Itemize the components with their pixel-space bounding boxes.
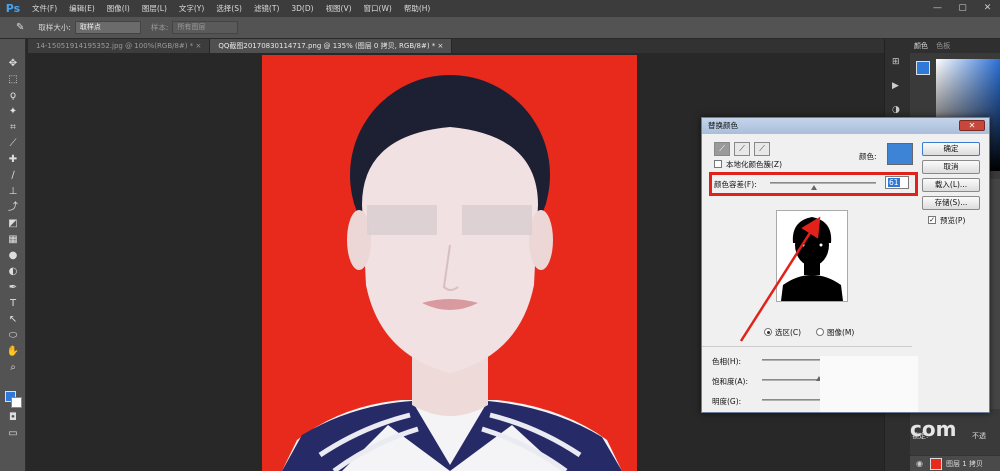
menu-3d[interactable]: 3D(D) bbox=[285, 4, 319, 13]
hand-tool-icon[interactable]: ✋ bbox=[5, 345, 21, 359]
tab-swatches[interactable]: 色板 bbox=[936, 42, 950, 50]
tab-document-1[interactable]: 14-15051914195352.jpg @ 100%(RGB/8#) * × bbox=[28, 39, 211, 53]
menu-window[interactable]: 窗口(W) bbox=[358, 3, 398, 14]
menu-filter[interactable]: 滤镜(T) bbox=[248, 3, 285, 14]
sample-size-label: 取样大小: bbox=[38, 23, 71, 32]
adjustments-panel-icon[interactable]: ◑ bbox=[892, 105, 900, 115]
document-canvas[interactable] bbox=[262, 55, 637, 471]
sample-label: 样本: bbox=[150, 23, 169, 32]
pen-tool-icon[interactable]: ✒ bbox=[5, 281, 21, 295]
close-window-button[interactable]: ✕ bbox=[975, 0, 1000, 17]
quick-mask-icon[interactable]: ◘ bbox=[5, 411, 21, 425]
gradient-tool-icon[interactable]: ▦ bbox=[5, 233, 21, 247]
tab-color[interactable]: 颜色 bbox=[914, 42, 928, 50]
photoshop-logo: Ps bbox=[5, 2, 21, 15]
zoom-tool-icon[interactable]: ⌕ bbox=[5, 361, 21, 375]
eraser-tool-icon[interactable]: ◩ bbox=[5, 217, 21, 231]
eyedropper-icon[interactable]: ✎ bbox=[16, 22, 24, 33]
tab-document-2[interactable]: QQ截图20170830114717.png @ 135% (图层 0 拷贝, … bbox=[210, 39, 453, 53]
dodge-tool-icon[interactable]: ◐ bbox=[5, 265, 21, 279]
sample-select[interactable]: 所有图层 bbox=[172, 21, 239, 34]
menu-type[interactable]: 文字(Y) bbox=[173, 3, 210, 14]
document-tabs: 14-15051914195352.jpg @ 100%(RGB/8#) * ×… bbox=[28, 39, 910, 53]
actions-panel-icon[interactable]: ▶ bbox=[892, 81, 899, 91]
lock-label: 锁定: bbox=[912, 432, 929, 440]
screen-mode-icon[interactable]: ▭ bbox=[5, 427, 21, 441]
menu-layer[interactable]: 图层(L) bbox=[136, 3, 173, 14]
menu-file[interactable]: 文件(F) bbox=[26, 3, 63, 14]
layer-row[interactable]: ◉ 图层 1 拷贝 bbox=[910, 455, 1000, 471]
brush-tool-icon[interactable]: ∕ bbox=[5, 169, 21, 183]
eyedropper-tool-icon[interactable]: ⟋ bbox=[5, 137, 21, 151]
healing-tool-icon[interactable]: ✚ bbox=[5, 153, 21, 167]
move-tool-icon[interactable]: ✥ bbox=[5, 57, 21, 71]
lasso-tool-icon[interactable]: ϙ bbox=[5, 89, 21, 103]
history-brush-icon[interactable]: ⤴ bbox=[5, 201, 21, 215]
shape-tool-icon[interactable]: ⬭ bbox=[5, 329, 21, 343]
opacity-label: 不透 bbox=[972, 432, 986, 440]
background-color-swatch[interactable] bbox=[11, 397, 22, 408]
options-bar: ✎ 取样大小: 取样点 样本: 所有图层 bbox=[0, 17, 1000, 39]
marquee-tool-icon[interactable]: ⬚ bbox=[5, 73, 21, 87]
menu-help[interactable]: 帮助(H) bbox=[398, 3, 437, 14]
history-panel-icon[interactable]: ⊞ bbox=[892, 57, 900, 67]
menu-view[interactable]: 视图(V) bbox=[320, 3, 358, 14]
crop-tool-icon[interactable]: ⌗ bbox=[5, 121, 21, 135]
quick-select-tool-icon[interactable]: ✦ bbox=[5, 105, 21, 119]
menu-bar: Ps 文件(F) 编辑(E) 图像(I) 图层(L) 文字(Y) 选择(S) 滤… bbox=[0, 0, 1000, 17]
type-tool-icon[interactable]: T bbox=[5, 297, 21, 311]
layer-name: 图层 1 拷贝 bbox=[946, 460, 983, 468]
minimize-button[interactable]: — bbox=[925, 0, 950, 17]
portrait-photo bbox=[262, 55, 637, 471]
layer-thumbnail bbox=[930, 458, 942, 470]
path-select-tool-icon[interactable]: ↖ bbox=[5, 313, 21, 327]
tools-panel: ✥ ⬚ ϙ ✦ ⌗ ⟋ ✚ ∕ ⊥ ⤴ ◩ ▦ ● ◐ ✒ T ↖ ⬭ ✋ ⌕ … bbox=[0, 39, 26, 471]
sample-size-select[interactable]: 取样点 bbox=[74, 21, 141, 34]
menu-select[interactable]: 选择(S) bbox=[210, 3, 248, 14]
restore-button[interactable]: ▢ bbox=[950, 0, 975, 17]
stamp-tool-icon[interactable]: ⊥ bbox=[5, 185, 21, 199]
eye-icon[interactable]: ◉ bbox=[916, 459, 923, 468]
blur-tool-icon[interactable]: ● bbox=[5, 249, 21, 263]
menu-edit[interactable]: 编辑(E) bbox=[63, 3, 101, 14]
annotation-arrow bbox=[739, 216, 821, 342]
menu-image[interactable]: 图像(I) bbox=[101, 3, 136, 14]
foreground-swatch[interactable] bbox=[916, 61, 930, 75]
